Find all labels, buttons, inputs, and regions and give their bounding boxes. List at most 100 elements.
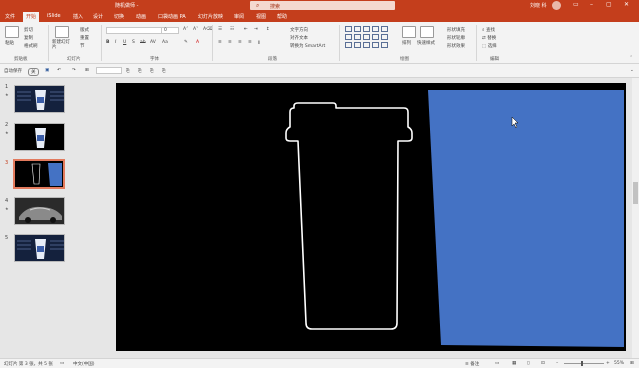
smartart-button[interactable]: 转换为 SmartArt (290, 43, 325, 49)
redo-icon[interactable]: ↷ (72, 68, 76, 73)
qat-more-icon[interactable]: ⌄ (630, 68, 634, 73)
slide-thumbnail-2[interactable] (14, 123, 65, 151)
tab-view[interactable]: 视图 (256, 13, 266, 20)
slide-thumbnail-3[interactable] (13, 159, 65, 189)
italic-icon[interactable]: I (115, 40, 116, 45)
underline-icon[interactable]: U (123, 40, 126, 45)
font-color-icon[interactable]: A (196, 40, 199, 45)
strike-icon[interactable]: ab (140, 40, 146, 45)
cup-outline-shape[interactable] (285, 102, 413, 330)
zoom-in-icon[interactable]: + (606, 361, 610, 366)
find-button[interactable]: ⌕ 查找 (482, 27, 495, 33)
zoom-slider[interactable] (564, 361, 604, 366)
quick-styles-button[interactable] (420, 26, 434, 38)
undo-icon[interactable]: ↶ (57, 68, 61, 73)
tab-animations[interactable]: 动画 (136, 13, 146, 20)
qat-tool-1-icon[interactable]: ⎘ (126, 68, 130, 74)
tab-pocket-animation[interactable]: 口袋动画 PA (158, 13, 186, 20)
replace-button[interactable]: ⇄ 替换 (482, 35, 496, 41)
align-right-icon[interactable]: ≡ (238, 40, 242, 45)
tab-islide[interactable]: iSlide (47, 13, 61, 19)
columns-icon[interactable]: ⫴ (258, 40, 260, 46)
shape-outline-button[interactable]: 形状轮廓 (447, 35, 465, 41)
section-button[interactable]: 节 (80, 43, 85, 49)
ribbon-display-icon[interactable]: ▭ (573, 1, 579, 8)
copy-button[interactable]: 复制 (24, 35, 33, 41)
select-button[interactable]: ⬚ 选择 (482, 43, 497, 49)
highlight-icon[interactable]: ✎ (184, 40, 188, 45)
qat-tool-2-icon[interactable]: ⎘ (138, 68, 142, 74)
tab-help[interactable]: 帮助 (277, 13, 287, 20)
new-slide-button[interactable] (55, 26, 69, 38)
tab-file[interactable]: 文件 (5, 13, 15, 20)
layout-button[interactable]: 版式 (80, 27, 89, 33)
restore-icon[interactable]: ▢ (606, 1, 612, 8)
zoom-level[interactable]: 55% (614, 361, 624, 366)
spacing-icon[interactable]: AV (150, 40, 156, 45)
indent-icon[interactable]: ⇤ (244, 27, 248, 32)
arrange-button[interactable] (402, 26, 416, 38)
qat-tool-4-icon[interactable]: ⎘ (162, 68, 166, 74)
blue-rectangle-shape[interactable] (428, 90, 624, 347)
outdent-icon[interactable]: ⇥ (254, 27, 258, 32)
slideshow-view-icon[interactable]: ⊡ (541, 361, 545, 366)
numbering-icon[interactable]: ☷ (230, 27, 234, 32)
avatar[interactable] (552, 1, 561, 10)
save-icon[interactable]: ▣ (45, 68, 49, 73)
qat-tool-3-icon[interactable]: ⎘ (150, 68, 154, 74)
tab-transitions[interactable]: 切换 (114, 13, 124, 20)
line-spacing-icon[interactable]: ↕ (266, 27, 270, 32)
zoom-out-icon[interactable]: – (556, 361, 558, 366)
bullets-icon[interactable]: ☰ (218, 27, 222, 32)
scrollbar-thumb[interactable] (633, 182, 638, 204)
sorter-view-icon[interactable]: ▦ (512, 361, 516, 366)
user-name[interactable]: 刘晓 科 (530, 2, 547, 9)
zoom-slider-thumb[interactable] (581, 361, 583, 366)
tab-design[interactable]: 设计 (93, 13, 103, 20)
shrink-font-icon[interactable]: A˅ (193, 27, 198, 32)
slide-canvas[interactable] (116, 83, 626, 351)
normal-view-icon[interactable]: ▭ (495, 361, 499, 366)
bold-icon[interactable]: B (106, 40, 109, 45)
case-icon[interactable]: Aa (162, 40, 168, 45)
shadow-icon[interactable]: S (132, 40, 135, 45)
tab-insert[interactable]: 插入 (73, 13, 83, 20)
close-icon[interactable]: ✕ (624, 1, 629, 8)
group-separator (48, 25, 49, 61)
autosave-toggle[interactable]: 关 (28, 68, 39, 76)
drawing-group-label: 绘图 (400, 57, 409, 62)
cut-button[interactable]: 剪切 (24, 27, 33, 33)
shapes-gallery[interactable] (345, 26, 397, 54)
tab-home[interactable]: 开始 (23, 12, 40, 22)
reading-view-icon[interactable]: ▯ (527, 361, 529, 366)
shape-effects-button[interactable]: 形状效果 (447, 43, 465, 49)
slide-number: 1 (5, 84, 9, 90)
font-size-dropdown[interactable]: 0 (161, 27, 179, 34)
language-indicator[interactable]: 中文(中国) (73, 361, 95, 367)
tab-slideshow[interactable]: 幻灯片放映 (198, 13, 223, 20)
shape-fill-button[interactable]: 形状填充 (447, 27, 465, 33)
reset-button[interactable]: 重置 (80, 35, 89, 41)
tab-review[interactable]: 审阅 (234, 13, 244, 20)
justify-icon[interactable]: ≡ (248, 40, 252, 45)
grow-font-icon[interactable]: A˄ (183, 27, 188, 32)
paste-button[interactable] (5, 26, 19, 38)
minimize-icon[interactable]: – (590, 1, 593, 8)
slide-thumbnail-4[interactable] (14, 197, 65, 225)
collapse-ribbon-icon[interactable]: ˄ (630, 56, 632, 61)
align-center-icon[interactable]: ≡ (228, 40, 232, 45)
align-text-button[interactable]: 对齐文本 (290, 35, 308, 41)
slide-thumbnail-1[interactable] (14, 85, 65, 113)
text-direction-button[interactable]: 文字方向 (290, 27, 308, 33)
slide-thumbnail-5[interactable] (14, 234, 65, 262)
notes-button[interactable]: ≡ 备注 (465, 361, 479, 367)
format-painter-button[interactable]: 格式刷 (24, 43, 38, 49)
qat-font-box[interactable] (96, 67, 122, 74)
search-box[interactable]: ⌕ 搜索 (250, 1, 395, 10)
fit-slide-icon[interactable]: ⊞ (630, 361, 634, 366)
vertical-scrollbar[interactable] (632, 78, 639, 358)
align-left-icon[interactable]: ≡ (218, 40, 222, 45)
present-icon[interactable]: ⊞ (85, 68, 89, 73)
notes-label: 备注 (470, 362, 480, 367)
spellcheck-icon[interactable]: ▭ (60, 361, 64, 366)
